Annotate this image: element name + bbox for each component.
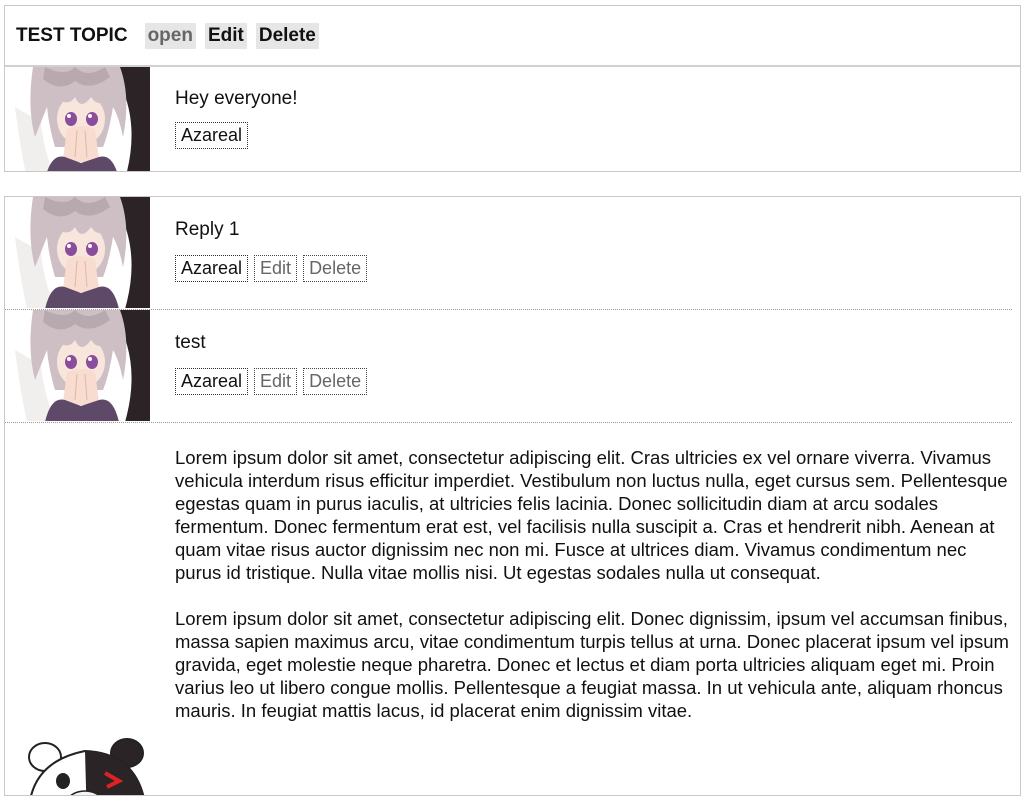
delete-reply-button[interactable]: Delete bbox=[303, 368, 368, 395]
edit-topic-button[interactable]: Edit bbox=[204, 22, 247, 49]
reply-actions: Azareal Edit Delete bbox=[175, 255, 1004, 282]
reply-paragraph: Lorem ipsum dolor sit amet, consectetur … bbox=[175, 608, 1009, 721]
reply-content: Lorem ipsum dolor sit amet, consectetur … bbox=[175, 446, 1012, 745]
reply-item: test Azareal Edit Delete bbox=[5, 310, 1012, 423]
anime-girl-avatar-icon bbox=[15, 67, 150, 171]
reply-content: test Azareal Edit Delete bbox=[175, 331, 1004, 395]
topic-header: TEST TOPIC open Edit Delete bbox=[5, 6, 1020, 67]
reply-text: test bbox=[175, 332, 206, 353]
anime-girl-avatar-icon bbox=[15, 310, 150, 421]
reply-item-long: Lorem ipsum dolor sit amet, consectetur … bbox=[5, 423, 1020, 795]
anime-girl-avatar-icon bbox=[15, 197, 150, 308]
author-button[interactable]: Azareal bbox=[175, 122, 249, 149]
reply-text: Reply 1 bbox=[175, 219, 240, 240]
topic-status-badge: open bbox=[144, 22, 196, 49]
delete-reply-button[interactable]: Delete bbox=[303, 255, 368, 282]
reply-content: Reply 1 Azareal Edit Delete bbox=[175, 218, 1004, 282]
topic-title: TEST TOPIC bbox=[16, 24, 128, 46]
topic-post: Hey everyone! Azareal bbox=[5, 67, 1020, 171]
author-button[interactable]: Azareal bbox=[175, 368, 249, 395]
author-button[interactable]: Azareal bbox=[175, 255, 249, 282]
bear-avatar-icon bbox=[15, 723, 155, 795]
edit-reply-button[interactable]: Edit bbox=[254, 255, 298, 282]
post-content: Hey everyone! Azareal bbox=[175, 87, 1012, 149]
post-text: Hey everyone! bbox=[175, 88, 298, 109]
edit-reply-button[interactable]: Edit bbox=[254, 368, 298, 395]
delete-topic-button[interactable]: Delete bbox=[255, 22, 319, 49]
reply-item: Reply 1 Azareal Edit Delete bbox=[5, 197, 1012, 310]
replies-card: Reply 1 Azareal Edit Delete test Azareal… bbox=[4, 196, 1021, 796]
reply-paragraph: Lorem ipsum dolor sit amet, consectetur … bbox=[175, 447, 1008, 583]
reply-actions: Azareal Edit Delete bbox=[175, 368, 1004, 395]
topic-card: TEST TOPIC open Edit Delete Hey everyone… bbox=[4, 5, 1021, 172]
post-actions: Azareal bbox=[175, 122, 1012, 149]
